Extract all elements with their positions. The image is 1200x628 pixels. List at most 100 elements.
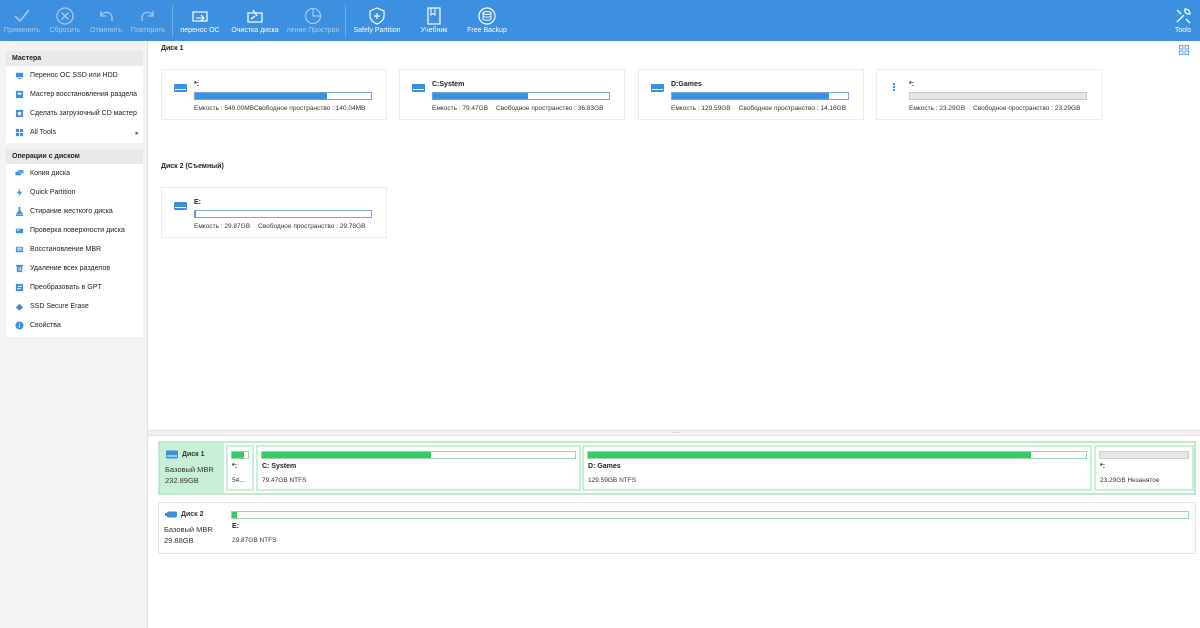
- partition-usage-bar: [231, 451, 249, 459]
- tutorial-button[interactable]: Учебник: [408, 0, 460, 41]
- partition-block[interactable]: C: System 79.47GB NTFS: [256, 445, 581, 491]
- op-convert-gpt[interactable]: Преобразовать в GPT: [6, 278, 143, 297]
- op-properties[interactable]: Свойства: [6, 316, 143, 335]
- view-toggle-icon[interactable]: [1179, 45, 1189, 55]
- undo-button[interactable]: Отменить: [86, 0, 126, 41]
- disk-header: Диск 1 Базовый MBR 232.89GB: [160, 443, 224, 493]
- hdd-icon: [651, 84, 664, 92]
- op-label: Преобразовать в GPT: [30, 284, 102, 291]
- usb-drive-icon: [165, 511, 177, 518]
- partition-info: 23.29GB Незанятое: [1100, 477, 1160, 484]
- hdd-icon: [412, 84, 425, 92]
- partition-usage-bar: [587, 451, 1087, 459]
- wizard-label: Перенос ОС SSD или HDD: [30, 72, 118, 79]
- free-backup-button[interactable]: Free Backup: [460, 0, 514, 41]
- partition-block[interactable]: *: 23.29GB Незанятое: [1094, 445, 1194, 491]
- op-ssd-secure-erase[interactable]: SSD Secure Erase: [6, 297, 143, 316]
- disk-map-row[interactable]: Диск 1 Базовый MBR 232.89GB *: 54... C: …: [158, 441, 1196, 495]
- disk-operations-panel: Операции с диском Копия диска Quick Part…: [6, 149, 143, 337]
- op-quick-partition[interactable]: Quick Partition: [6, 183, 143, 202]
- partition-block[interactable]: E: 29.87GB NTFS: [226, 505, 1194, 551]
- redo-icon: [141, 11, 154, 21]
- free-backup-label: Free Backup: [467, 27, 507, 34]
- op-label: Удаление всех разделов: [30, 265, 111, 272]
- partition-card[interactable]: *: Емкость : 549.00MBСвободное пространс…: [161, 69, 387, 120]
- hdd-icon: [174, 84, 187, 92]
- reset-button[interactable]: Сбросить: [44, 0, 86, 41]
- splitter-grip-icon: .....: [672, 429, 681, 435]
- wizard-label: Сделать загрузочный CD мастер: [30, 110, 137, 117]
- space-analyzer-button[interactable]: ление Простран: [283, 0, 343, 41]
- shield-icon: [369, 7, 385, 25]
- cancel-icon: [56, 7, 74, 25]
- disk-cleanup-button[interactable]: Очистка диска: [227, 0, 283, 41]
- partition-name: E:: [232, 523, 239, 530]
- partition-name: *:: [909, 81, 915, 88]
- op-disk-copy[interactable]: Копия диска: [6, 164, 143, 183]
- tutorial-icon: [427, 7, 441, 25]
- partition-name: C:System: [432, 81, 465, 88]
- wizard-migrate-os[interactable]: Перенос ОС SSD или HDD: [6, 66, 143, 85]
- capacity-text: Емкость : 129.59GB: [671, 105, 731, 112]
- disk-list-area: Диск 1 *: Емкость : 549.00MBСвободное пр…: [148, 41, 1200, 430]
- partition-block[interactable]: *: 54...: [226, 445, 254, 491]
- partition-usage-bar: [261, 451, 576, 459]
- migrate-os-label: перенос ОС: [180, 27, 220, 34]
- capacity-text: Емкость : 549.00MB: [194, 105, 254, 112]
- free-space-text: Свободное пространство : 29.78GB: [258, 223, 366, 230]
- capacity-text: Емкость : 23.29GB: [909, 105, 966, 112]
- partition-name: *:: [1100, 463, 1106, 470]
- partition-usage-fill: [232, 452, 244, 458]
- op-wipe-disk[interactable]: Стирание жесткого диска: [6, 202, 143, 221]
- info-icon: [15, 321, 24, 330]
- partition-card[interactable]: D:Games Емкость : 129.59GB Свободное прос…: [638, 69, 864, 120]
- undo-label: Отменить: [90, 27, 122, 34]
- partition-card[interactable]: *: Емкость : 23.29GB Свободное пространст…: [876, 69, 1102, 120]
- left-panel: Мастера Перенос ОС SSD или HDD Мастер во…: [0, 41, 148, 628]
- backup-icon: [478, 7, 496, 25]
- op-label: Восстановление MBR: [30, 246, 102, 253]
- convert-icon: [15, 283, 24, 292]
- partition-name: *:: [232, 463, 238, 470]
- surface-test-icon: [15, 228, 24, 234]
- partition-card[interactable]: C:System Емкость : 79.47GB Свободное прос…: [399, 69, 625, 120]
- free-space-text: Свободное пространство : 14.16GB: [738, 105, 847, 112]
- usage-fill: [195, 211, 196, 217]
- migrate-os-icon: [192, 11, 208, 22]
- mbr-icon: [15, 246, 24, 253]
- partition-name: E:: [194, 199, 201, 206]
- wizard-bootable-cd[interactable]: Сделать загрузочный CD мастер: [6, 104, 143, 123]
- op-surface-test[interactable]: Проверка поверхности диска: [6, 221, 143, 240]
- disk-map-row[interactable]: Диск 2 Базовый MBR 29.88GB E: 29.87GB NT…: [158, 502, 1196, 554]
- bootable-cd-icon: [15, 109, 24, 118]
- migrate-os-button[interactable]: перенос ОС: [173, 0, 227, 41]
- usage-bar: [432, 92, 610, 100]
- recovery-icon: [15, 90, 24, 99]
- partition-card[interactable]: E: Емкость : 29.87GB Свободное пространст…: [161, 187, 387, 238]
- wizard-all-tools[interactable]: All Tools ▸: [6, 123, 143, 142]
- apply-label: Применить: [3, 27, 41, 34]
- redo-button[interactable]: Повторить: [126, 0, 170, 41]
- disk-title: Диск 1: [182, 451, 205, 458]
- op-rebuild-mbr[interactable]: Восстановление MBR: [6, 240, 143, 259]
- disk-cleanup-icon: [247, 9, 263, 23]
- partition-name: *:: [194, 81, 200, 88]
- safely-partition-button[interactable]: Safely Partition: [346, 0, 408, 41]
- tools-icon: [1176, 8, 1191, 24]
- op-label: Стирание жесткого диска: [30, 208, 113, 215]
- free-space-text: Свободное пространство : 36.83GB: [496, 105, 604, 112]
- disk-map-area: Диск 1 Базовый MBR 232.89GB *: 54... C: …: [148, 436, 1200, 628]
- partition-name: D:Games: [671, 81, 702, 88]
- chevron-right-icon: ▸: [135, 129, 139, 137]
- usage-bar: [671, 92, 849, 100]
- apply-button[interactable]: Применить: [0, 0, 44, 41]
- partition-info: Емкость : 23.29GB Свободное пространство …: [909, 105, 1088, 112]
- op-delete-all-partitions[interactable]: Удаление всех разделов: [6, 259, 143, 278]
- tools-button[interactable]: Tools: [1166, 0, 1200, 41]
- partition-block[interactable]: D: Games 129.59GB NTFS: [582, 445, 1092, 491]
- partition-info: 79.47GB NTFS: [262, 477, 307, 484]
- wizard-label: Мастер восстановления раздела: [30, 91, 138, 98]
- op-label: Quick Partition: [30, 189, 76, 196]
- disk-size: 29.88GB: [164, 536, 194, 545]
- wizard-partition-recovery[interactable]: Мастер восстановления раздела: [6, 85, 143, 104]
